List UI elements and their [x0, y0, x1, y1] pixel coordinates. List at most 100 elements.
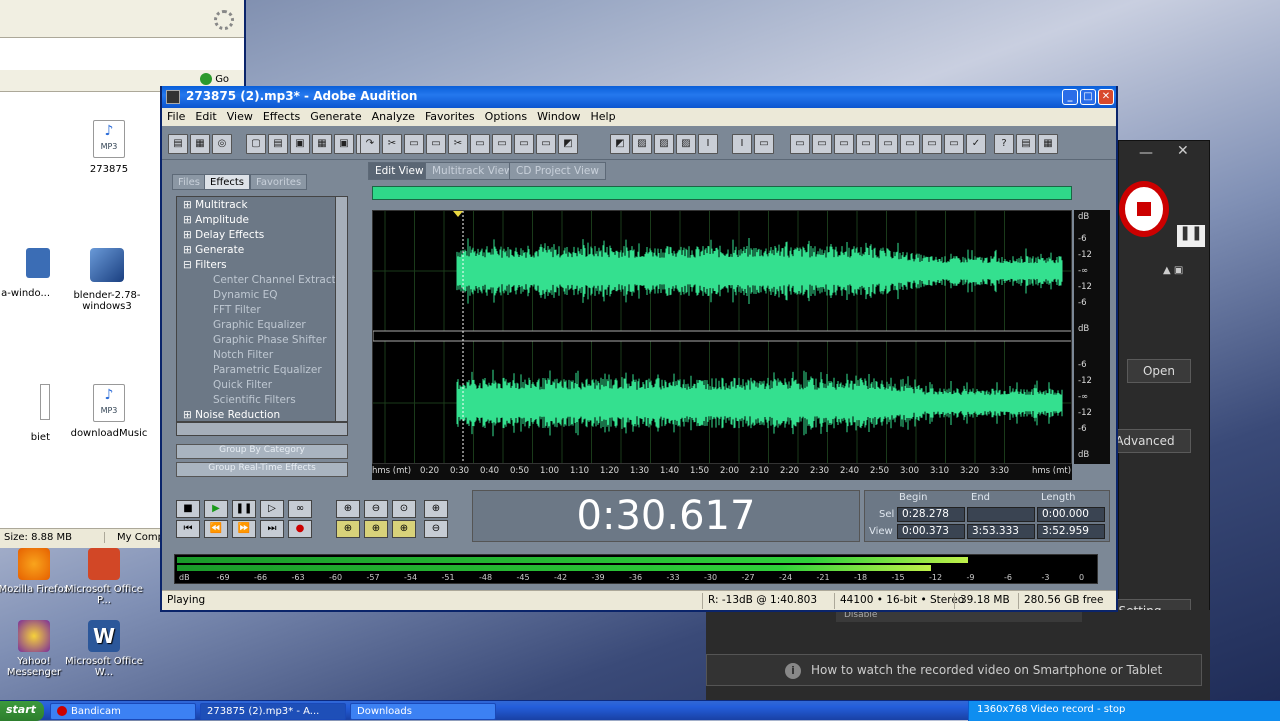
toolbar-button[interactable]: ▭	[944, 134, 964, 154]
zoom-in-horizontal-button[interactable]: ⊕	[336, 500, 360, 518]
toolbar-button[interactable]: ▭	[812, 134, 832, 154]
toolbar-button[interactable]: ▤	[168, 134, 188, 154]
tab-favorites[interactable]: Favorites	[250, 174, 308, 190]
close-icon[interactable]: ✕	[1177, 143, 1189, 159]
desktop-icon-firefox[interactable]: Mozilla Firefox	[0, 548, 74, 595]
title-bar[interactable]: 273875 (2).mp3* - Adobe Audition _ □ ✕	[162, 86, 1116, 108]
expand-icon[interactable]: ⊞	[183, 199, 195, 211]
zoom-full-button[interactable]: ⊙	[392, 500, 416, 518]
menu-favorites[interactable]: Favorites	[420, 108, 480, 125]
group-realtime-effects-button[interactable]: Group Real-Time Effects	[176, 462, 348, 477]
file-item-biet[interactable]: biet	[0, 384, 50, 443]
menu-window[interactable]: Window	[532, 108, 585, 125]
toolbar-button[interactable]: ▭	[856, 134, 876, 154]
menu-generate[interactable]: Generate	[305, 108, 366, 125]
toolbar-button[interactable]: ▭	[492, 134, 512, 154]
toolbar-button[interactable]: ▭	[514, 134, 534, 154]
toolbar-button[interactable]: ▭	[790, 134, 810, 154]
file-item-273875[interactable]: ♪ 273875	[64, 120, 154, 175]
expand-icon[interactable]: ⊞	[183, 409, 195, 421]
stop-button[interactable]: ■	[176, 500, 200, 518]
selection-end-field[interactable]	[967, 507, 1035, 522]
zoom-out-horizontal-button[interactable]: ⊖	[364, 500, 388, 518]
toolbar-button[interactable]: ▭	[470, 134, 490, 154]
desktop-icon-yahoo-messenger[interactable]: Yahoo! Messenger	[0, 620, 74, 678]
pause-icon[interactable]: ❚❚	[1177, 225, 1205, 247]
expand-icon[interactable]: ▲ ▣	[1163, 265, 1183, 276]
tab-edit-view[interactable]: Edit View	[368, 162, 431, 180]
toolbar-button[interactable]: ▭	[426, 134, 446, 154]
toolbar-button[interactable]: ▦	[1038, 134, 1058, 154]
expand-icon[interactable]: ⊞	[183, 214, 195, 226]
tree-item[interactable]: ⊞ Noise Reduction	[177, 409, 347, 421]
collapse-icon[interactable]: ⊟	[183, 259, 195, 271]
menu-analyze[interactable]: Analyze	[367, 108, 420, 125]
toolbar-button[interactable]: ◎	[212, 134, 232, 154]
toolbar-button[interactable]: ↷	[360, 134, 380, 154]
tree-item[interactable]: Dynamic EQ	[177, 289, 347, 304]
file-item-downloadmusic[interactable]: ♪ downloadMusic	[64, 384, 154, 439]
toolbar-button[interactable]: ▨	[676, 134, 696, 154]
open-button[interactable]: Open	[1127, 359, 1191, 383]
toolbar-button[interactable]: ▦	[190, 134, 210, 154]
play-from-cursor-button[interactable]: ▷	[260, 500, 284, 518]
toolbar-button[interactable]: Ⅰ	[698, 134, 718, 154]
close-button[interactable]: ✕	[1098, 89, 1114, 105]
desktop-icon-office-word[interactable]: W Microsoft Office W...	[64, 620, 144, 678]
tree-item[interactable]: Graphic Phase Shifter	[177, 334, 347, 349]
toolbar-button[interactable]: ▭	[536, 134, 556, 154]
menu-effects[interactable]: Effects	[258, 108, 305, 125]
zoom-selection-button[interactable]: ⊕	[392, 520, 416, 538]
zoom-in-vertical-button[interactable]: ⊕	[424, 500, 448, 518]
file-item-a-window[interactable]: a-windo...	[0, 248, 50, 299]
view-length-field[interactable]: 3:52.959	[1037, 524, 1105, 539]
tree-vertical-scrollbar[interactable]	[335, 197, 347, 421]
tree-horizontal-scrollbar[interactable]	[176, 422, 348, 436]
fast-forward-button[interactable]: ⏩	[232, 520, 256, 538]
tree-item[interactable]: ⊞ Generate	[177, 244, 347, 259]
toolbar-button[interactable]: ▣	[334, 134, 354, 154]
menu-edit[interactable]: Edit	[190, 108, 221, 125]
rewind-button[interactable]: ⏪	[204, 520, 228, 538]
tree-item[interactable]: ⊞ Delay Effects	[177, 229, 347, 244]
toolbar-button[interactable]: ◩	[558, 134, 578, 154]
toolbar-button[interactable]: ▣	[290, 134, 310, 154]
taskbar-button-downloads[interactable]: Downloads	[350, 703, 496, 720]
view-end-field[interactable]: 3:53.333	[967, 524, 1035, 539]
tree-item[interactable]: Parametric Equalizer	[177, 364, 347, 379]
tree-item[interactable]: Quick Filter	[177, 379, 347, 394]
toolbar-button[interactable]: ▨	[654, 134, 674, 154]
toolbar-button[interactable]: ▤	[268, 134, 288, 154]
desktop-icon-office-powerpoint[interactable]: Microsoft Office P...	[64, 548, 144, 606]
tree-item[interactable]: FFT Filter	[177, 304, 347, 319]
record-icon[interactable]	[1119, 181, 1169, 237]
toolbar-button[interactable]: ?	[994, 134, 1014, 154]
toolbar-button[interactable]: ▨	[632, 134, 652, 154]
toolbar-button[interactable]: ▭	[834, 134, 854, 154]
toolbar-button[interactable]: ▭	[878, 134, 898, 154]
expand-icon[interactable]: ⊞	[183, 229, 195, 241]
selection-begin-field[interactable]: 0:28.278	[897, 507, 965, 522]
tree-item[interactable]: ⊞ Amplitude	[177, 214, 347, 229]
toolbar-button[interactable]: ▭	[900, 134, 920, 154]
loop-button[interactable]: ∞	[288, 500, 312, 518]
tab-effects[interactable]: Effects	[204, 174, 250, 190]
maximize-button[interactable]: □	[1080, 89, 1096, 105]
toolbar-button[interactable]: ✂	[382, 134, 402, 154]
group-by-category-button[interactable]: Group By Category	[176, 444, 348, 459]
menu-options[interactable]: Options	[480, 108, 532, 125]
go-to-end-button[interactable]: ⏭	[260, 520, 284, 538]
stereo-waveform[interactable]	[373, 211, 1072, 464]
expand-icon[interactable]: ⊞	[183, 244, 195, 256]
zoom-out-vertical-button[interactable]: ⊖	[424, 520, 448, 538]
tab-multitrack-view[interactable]: Multitrack View	[425, 162, 520, 180]
menu-help[interactable]: Help	[586, 108, 621, 125]
tip-link[interactable]: i How to watch the recorded video on Sma…	[706, 654, 1202, 686]
toolbar-button[interactable]: ▢	[246, 134, 266, 154]
view-begin-field[interactable]: 0:00.373	[897, 524, 965, 539]
file-item-blender[interactable]: blender-2.78-windows3	[52, 248, 162, 312]
go-to-start-button[interactable]: ⏮	[176, 520, 200, 538]
record-button[interactable]: ●	[288, 520, 312, 538]
taskbar-button-audition[interactable]: 273875 (2).mp3* - A...	[200, 703, 346, 720]
waveform-display[interactable]	[372, 210, 1072, 464]
